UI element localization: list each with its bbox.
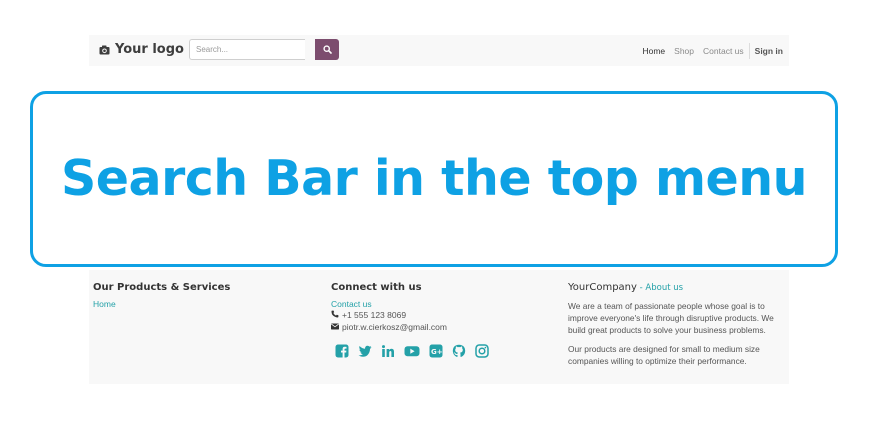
- footer-contact-link[interactable]: Contact us: [331, 299, 489, 311]
- camera-icon: [99, 45, 110, 55]
- logo-text: Your logo: [115, 42, 184, 57]
- github-icon[interactable]: [452, 344, 466, 358]
- search-input[interactable]: [189, 39, 305, 60]
- nav-contact-us[interactable]: Contact us: [703, 46, 744, 56]
- phone-row: +1 555 123 8069: [331, 310, 489, 322]
- footer-products-column: Our Products & Services Home: [93, 282, 230, 310]
- phone-number: +1 555 123 8069: [342, 310, 407, 320]
- linkedin-icon[interactable]: [381, 344, 395, 358]
- youtube-icon[interactable]: [404, 344, 420, 358]
- connect-heading: Connect with us: [331, 282, 422, 293]
- sign-in-link[interactable]: Sign in: [755, 46, 783, 56]
- footer-connect-column: Connect with us Contact us +1 555 123 80…: [331, 282, 489, 358]
- about-paragraph-1: We are a team of passionate people whose…: [568, 300, 774, 335]
- footer: Our Products & Services Home Connect wit…: [89, 270, 789, 384]
- twitter-icon[interactable]: [358, 344, 372, 358]
- search-icon: [322, 41, 332, 59]
- company-name: YourCompany: [568, 282, 637, 293]
- footer-home-link[interactable]: Home: [93, 299, 230, 311]
- phone-icon: [331, 310, 339, 322]
- site-logo[interactable]: Your logo: [99, 42, 184, 57]
- about-us-link[interactable]: About us: [645, 283, 683, 293]
- social-icons: G+: [335, 344, 489, 358]
- email-row: piotr.w.cierkosz@gmail.com: [331, 322, 489, 334]
- company-heading: YourCompany - About us: [568, 282, 788, 295]
- nav-shop[interactable]: Shop: [674, 46, 694, 56]
- callout-text: Search Bar in the top menu: [61, 149, 808, 207]
- facebook-icon[interactable]: [335, 344, 349, 358]
- google-plus-icon[interactable]: G+: [429, 344, 443, 358]
- callout-banner: Search Bar in the top menu: [30, 91, 838, 267]
- products-heading: Our Products & Services: [93, 282, 231, 293]
- search-button[interactable]: [315, 39, 339, 60]
- envelope-icon: [331, 322, 339, 334]
- svg-text:G+: G+: [431, 348, 443, 356]
- nav-divider: [748, 42, 750, 59]
- nav-menu: Home Shop Contact us Sign in: [633, 35, 783, 66]
- nav-home[interactable]: Home: [642, 46, 665, 56]
- email-address: piotr.w.cierkosz@gmail.com: [342, 321, 447, 332]
- instagram-icon[interactable]: [475, 344, 489, 358]
- footer-about-column: YourCompany - About us We are a team of …: [568, 282, 788, 374]
- about-paragraph-2: Our products are designed for small to m…: [568, 343, 760, 366]
- top-navbar: Your logo Home Shop Contact us Sign in: [89, 35, 789, 66]
